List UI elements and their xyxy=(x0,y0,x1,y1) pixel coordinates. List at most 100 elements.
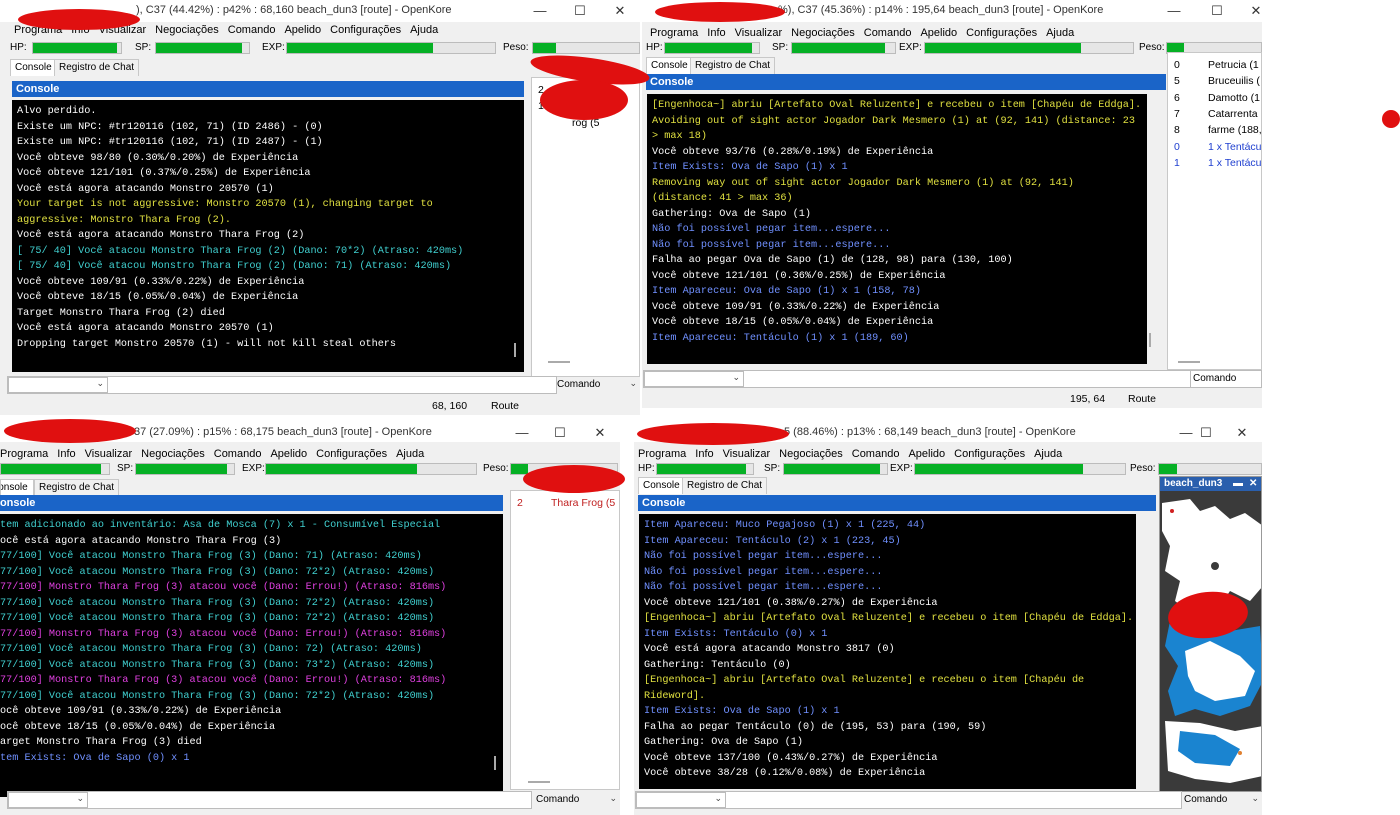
console-output[interactable]: Alvo perdido. Existe um NPC: #tr120116 (1… xyxy=(12,100,524,372)
menu-ajuda[interactable]: Ajuda xyxy=(1034,448,1062,460)
menu-ajuda[interactable]: Ajuda xyxy=(1046,27,1074,39)
tab-chat-log[interactable]: Registro de Chat xyxy=(682,477,768,494)
menu-visualizar[interactable]: Visualizar xyxy=(735,27,783,39)
actor-list-scrollbar[interactable] xyxy=(528,781,550,783)
console-scrollbar[interactable] xyxy=(494,756,496,770)
console-output[interactable]: Item Apareceu: Muco Pegajoso (1) x 1 (22… xyxy=(639,514,1136,789)
actor-name[interactable]: Petrucia (1 xyxy=(1208,59,1259,71)
minimap-close-icon[interactable]: ✕ xyxy=(1249,477,1257,491)
menu-negociacoes[interactable]: Negociações xyxy=(791,27,855,39)
menu-comando[interactable]: Comando xyxy=(852,448,900,460)
command-input-row: ⌄ xyxy=(643,370,1191,388)
menu-configuracoes[interactable]: Configurações xyxy=(966,27,1037,39)
menu-programa[interactable]: Programa xyxy=(638,448,686,460)
menu-configuracoes[interactable]: Configurações xyxy=(954,448,1025,460)
actor-list-scrollbar[interactable] xyxy=(1178,361,1200,363)
menu-visualizar[interactable]: Visualizar xyxy=(723,448,771,460)
menu-negociacoes[interactable]: Negociações xyxy=(779,448,843,460)
console-line: 77/100] Você atacou Monstro Thara Frog (… xyxy=(0,659,435,671)
minimap-restore-icon[interactable]: ▬ xyxy=(1233,477,1243,491)
maximize-button[interactable]: ☐ xyxy=(540,422,580,444)
tab-chat-log[interactable]: Registro de Chat xyxy=(690,57,776,74)
actor-list[interactable]: 2168,rog (5 xyxy=(531,77,640,377)
console-line: Existe um NPC: #tr120116 (102, 71) (ID 2… xyxy=(17,137,323,148)
command-mode-combo[interactable]: Comando ⌄ xyxy=(532,791,620,809)
actor-list[interactable]: 0 Petrucia (1 5 Bruceuilis (6 Damotto (1 7 Cat… xyxy=(1167,52,1262,370)
menu-comando[interactable]: Comando xyxy=(864,27,912,39)
maximize-button[interactable]: ☐ xyxy=(560,0,600,22)
tab-console[interactable]: Console xyxy=(0,479,34,496)
menu-comando[interactable]: Comando xyxy=(214,448,262,460)
menu-configuracoes[interactable]: Configurações xyxy=(316,448,387,460)
tab-console[interactable]: Console xyxy=(10,59,57,76)
menu-comando[interactable]: Comando xyxy=(228,24,276,36)
close-button[interactable]: ✕ xyxy=(1222,422,1262,444)
menu-programa[interactable]: Programa xyxy=(650,27,698,39)
close-button[interactable]: ✕ xyxy=(1236,0,1262,22)
menu-info[interactable]: Info xyxy=(695,448,713,460)
console-output[interactable]: [Engenhoca~] abriu [Artefato Oval Reluze… xyxy=(647,94,1147,364)
actor-name[interactable]: Thara Frog (5 xyxy=(551,497,615,509)
menu-apelido[interactable]: Apelido xyxy=(920,27,957,39)
minimap-map[interactable] xyxy=(1160,491,1262,792)
actor-name[interactable]: Damotto (1 xyxy=(1208,92,1260,104)
command-history-combo[interactable]: ⌄ xyxy=(644,371,744,387)
command-history-combo[interactable]: ⌄ xyxy=(8,377,108,393)
actor-name[interactable]: 1 x Tentácu xyxy=(1208,141,1261,153)
console-scrollbar[interactable] xyxy=(1149,333,1151,347)
console-output[interactable]: tem adicionado ao inventário: Asa de Mos… xyxy=(0,514,503,797)
peso-label: Peso: xyxy=(483,463,509,474)
console-line: Você está agora atacando Monstro 3817 (0… xyxy=(644,644,895,655)
maximize-button[interactable]: ☐ xyxy=(1186,422,1226,444)
menu-configuracoes[interactable]: Configurações xyxy=(330,24,401,36)
menu-negociacoes[interactable]: Negociações xyxy=(141,448,205,460)
menu-programa[interactable]: Programa xyxy=(0,448,48,460)
close-button[interactable]: ✕ xyxy=(600,0,640,22)
console-line: ocê obteve 18/15 (0.05%/0.04%) de Experi… xyxy=(0,721,276,733)
menu-ajuda[interactable]: Ajuda xyxy=(396,448,424,460)
menu-apelido[interactable]: Apelido xyxy=(270,448,307,460)
minimize-button[interactable]: — xyxy=(502,422,542,444)
window-title: 37 (27.09%) : p15% : 68,175 beach_dun3 [… xyxy=(134,426,432,438)
minimize-button[interactable]: — xyxy=(1154,0,1194,22)
command-mode-combo[interactable]: Comando ⌄ xyxy=(1180,791,1262,809)
menu-negociacoes[interactable]: Negociações xyxy=(155,24,219,36)
sp-fill xyxy=(156,43,242,53)
command-mode-combo[interactable]: Comando ⌄ xyxy=(555,376,640,394)
console-line: Item Exists: Ova de Sapo (1) x 1 xyxy=(644,706,840,717)
actor-list[interactable]: 2 Thara Frog (5 xyxy=(510,490,620,790)
actor-name[interactable]: 1 x Tentácu xyxy=(1208,157,1261,169)
tab-strip: Console Registro de Chat xyxy=(0,479,300,496)
redaction-mark xyxy=(1382,110,1400,128)
command-history-combo[interactable]: ⌄ xyxy=(8,792,88,808)
console-scrollbar[interactable] xyxy=(514,343,516,357)
console-line: aggressive: Monstro Thara Frog (2). xyxy=(17,214,231,226)
console-line: Você obteve 18/15 (0.05%/0.04%) de Exper… xyxy=(17,292,299,303)
console-line: [Engenhoca~] abriu [Artefato Oval Reluze… xyxy=(644,675,1085,686)
maximize-button[interactable]: ☐ xyxy=(1197,0,1237,22)
tab-strip: Console Registro de Chat xyxy=(638,477,938,494)
actor-name[interactable]: Bruceuilis ( xyxy=(1208,75,1260,87)
actor-name[interactable]: farme (188, xyxy=(1208,124,1261,136)
hp-fill xyxy=(657,464,747,474)
menu-ajuda[interactable]: Ajuda xyxy=(410,24,438,36)
menu-info[interactable]: Info xyxy=(57,448,75,460)
tab-chat-log[interactable]: Registro de Chat xyxy=(54,59,140,76)
close-button[interactable]: ✕ xyxy=(580,422,620,444)
redaction-mark xyxy=(637,423,789,445)
console-line: [ 75/ 40] Você atacou Monstro Thara Frog… xyxy=(17,261,452,272)
menu-apelido[interactable]: Apelido xyxy=(284,24,321,36)
tab-console[interactable]: Console xyxy=(646,57,693,74)
command-history-combo[interactable]: ⌄ xyxy=(636,792,726,808)
menu-apelido[interactable]: Apelido xyxy=(908,448,945,460)
tab-console[interactable]: Console xyxy=(638,477,685,494)
minimize-button[interactable]: — xyxy=(520,0,560,22)
hp-fill xyxy=(33,43,117,53)
tab-chat-log[interactable]: Registro de Chat xyxy=(34,479,120,496)
tab-console-label: Console xyxy=(1,482,28,493)
menu-visualizar[interactable]: Visualizar xyxy=(85,448,133,460)
actor-name[interactable]: Catarrenta xyxy=(1208,108,1258,120)
menu-info[interactable]: Info xyxy=(707,27,725,39)
actor-list-scrollbar[interactable] xyxy=(548,361,570,363)
command-mode-combo[interactable]: Comando xyxy=(1190,370,1262,388)
